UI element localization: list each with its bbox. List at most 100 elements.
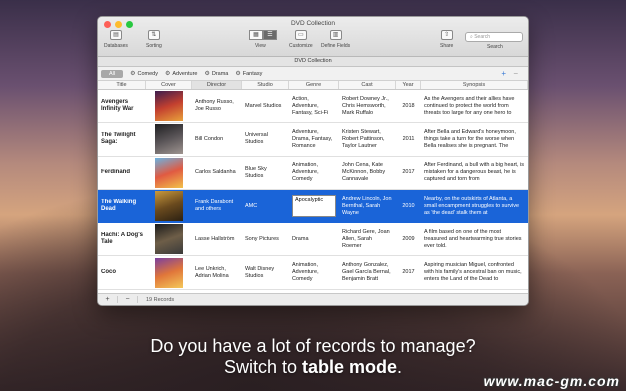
share-button[interactable]: ⇧ Share	[440, 30, 453, 49]
cover-image	[155, 157, 183, 188]
fields-icon: ▥	[329, 30, 342, 40]
cover-image	[155, 124, 183, 155]
databases-label: Databases	[104, 43, 128, 49]
column-header-cover[interactable]: Cover	[146, 81, 192, 89]
cell-genre: Drama	[292, 235, 309, 242]
caption-bold: table mode	[301, 357, 398, 377]
cell-cast: Richard Gere, Joan Allen, Sarah Roemer	[342, 228, 390, 249]
databases-button[interactable]: ▤ Databases	[104, 30, 128, 49]
filter-label: Fantasy	[242, 70, 263, 77]
cell-director: Lee Unkrich, Adrian Molina	[195, 265, 229, 279]
cell-director: Frank Darabont and others	[195, 199, 234, 213]
filter-adventure[interactable]: ⚙ Adventure	[165, 70, 198, 78]
cell-year: 2017	[402, 169, 415, 176]
customize-button[interactable]: ▭ Customize	[289, 30, 313, 49]
cell-genre: Apocalyptic	[289, 195, 339, 218]
cell-synopsis: A film based on one of the most treasure…	[424, 228, 522, 249]
customize-icon: ▭	[294, 30, 307, 40]
cell-cover	[146, 157, 192, 188]
sorting-button[interactable]: ⇅ Sorting	[146, 30, 162, 49]
filter-label: Drama	[211, 70, 229, 77]
sort-icon: ⇅	[147, 30, 160, 40]
define-fields-button[interactable]: ▥ Define Fields	[321, 30, 350, 49]
cell-title: Ferdinand	[101, 169, 131, 176]
search-label-wrap: Search	[487, 31, 503, 50]
caption-prefix: Switch to	[223, 357, 302, 377]
cell-title: The Walking Dead	[101, 199, 137, 213]
table-row-selected[interactable]: The Walking Dead Frank Darabont and othe…	[98, 189, 528, 224]
table-row[interactable]: Ferdinand Carlos Saldanha Blue Sky Studi…	[98, 157, 528, 190]
filter-label: Adventure	[172, 70, 198, 77]
column-header-year[interactable]: Year	[396, 81, 421, 89]
cell-title: Avengers Infinity War	[101, 99, 134, 113]
cell-cover	[146, 191, 192, 222]
table-row[interactable]: Coco Lee Unkrich, Adrian Molina Walt Dis…	[98, 256, 528, 290]
cell-genre: Adventure, Drama, Fantasy, Romance	[292, 128, 333, 149]
cell-genre: Animation, Adventure, Comedy	[292, 162, 319, 183]
titlebar: DVD Collection ▤ Databases ⇅ Sorting ▦ ☰…	[98, 17, 528, 57]
caption-suffix: .	[397, 357, 403, 377]
cover-image	[155, 91, 183, 122]
cell-studio: AMC	[245, 202, 258, 209]
cell-studio: Walt Disney Studios	[245, 265, 275, 279]
cover-image	[155, 224, 183, 255]
cell-studio: Blue Sky Studios	[245, 165, 267, 179]
caption-line-1: Do you have a lot of records to manage?	[150, 336, 476, 356]
add-filter-button[interactable]: +	[501, 69, 506, 78]
remove-record-button[interactable]: −	[118, 296, 138, 303]
share-label: Share	[440, 43, 454, 49]
watermark: www.mac-gm.com	[483, 373, 620, 389]
filter-comedy[interactable]: ⚙ Comedy	[130, 70, 158, 78]
gear-icon: ⚙	[130, 71, 136, 77]
column-header-director[interactable]: Director	[192, 81, 242, 89]
filter-all[interactable]: All	[101, 69, 124, 78]
filter-label: All	[109, 70, 116, 77]
cell-director: Bill Condon	[195, 135, 224, 142]
search-icon: ⌕	[470, 34, 473, 40]
cell-studio: Marvel Studios	[245, 102, 282, 109]
gear-icon: ⚙	[204, 71, 210, 77]
cell-director: Carlos Saldanha	[195, 169, 236, 176]
table-row[interactable]: The Twilight Saga: Bill Condon Universal…	[98, 123, 528, 157]
view-label: View	[255, 43, 266, 49]
cell-director: Anthony Russo, Joe Russo	[195, 99, 234, 113]
status-bar: + − 19 Records	[98, 293, 528, 305]
genre-edit-field[interactable]: Apocalyptic	[292, 195, 336, 218]
cell-cast: Robert Downey Jr., Chris Hemsworth, Mark…	[342, 95, 389, 116]
cell-studio: Sony Pictures	[245, 235, 279, 242]
cell-studio: Universal Studios	[245, 132, 268, 146]
cell-genre: Animation, Adventure, Comedy	[292, 262, 319, 283]
filter-drama[interactable]: ⚙ Drama	[204, 70, 229, 78]
cell-synopsis: After Bella and Edward's honeymoon, thin…	[424, 128, 516, 149]
cell-year: 2011	[402, 135, 415, 142]
column-header-synopsis[interactable]: Synopsis	[421, 81, 528, 89]
sorting-label: Sorting	[146, 43, 162, 49]
search-label: Search	[487, 44, 503, 50]
cell-title: Hachi: A Dog's Tale	[101, 232, 143, 246]
cell-genre: Action, Adventure, Fantasy, Sci-Fi	[292, 95, 329, 116]
app-window: DVD Collection ▤ Databases ⇅ Sorting ▦ ☰…	[97, 16, 529, 306]
cell-year: 2017	[402, 269, 415, 276]
view-label-wrap: View	[255, 30, 266, 49]
cell-year: 2009	[402, 235, 415, 242]
collection-subtitle: DVD Collection	[98, 57, 528, 67]
table-row[interactable]: Avengers Infinity War Anthony Russo, Joe…	[98, 90, 528, 124]
cell-title: The Twilight Saga:	[101, 132, 136, 146]
cell-synopsis: Nearby, on the outskirts of Atlanta, a s…	[424, 195, 520, 216]
column-header-genre[interactable]: Genre	[289, 81, 339, 89]
table-row[interactable]: Hachi: A Dog's Tale Lasse Hallström Sony…	[98, 223, 528, 257]
cell-synopsis: After Ferdinand, a bull with a big heart…	[424, 162, 524, 183]
filter-fantasy[interactable]: ⚙ Fantasy	[235, 70, 263, 78]
cell-cast: Andrew Lincoln, Jon Bernthal, Sarah Wayn…	[342, 195, 392, 216]
table-header: Title Cover Director Studio Genre Cast Y…	[98, 81, 528, 90]
cell-year: 2018	[402, 102, 415, 109]
cell-synopsis: As the Avengers and their allies have co…	[424, 95, 515, 116]
add-record-button[interactable]: +	[98, 296, 118, 303]
column-header-studio[interactable]: Studio	[242, 81, 289, 89]
remove-filter-button[interactable]: −	[513, 69, 518, 78]
cover-image	[155, 257, 183, 288]
cell-director: Lasse Hallström	[195, 235, 235, 242]
column-header-title[interactable]: Title	[98, 81, 146, 89]
column-header-cast[interactable]: Cast	[339, 81, 396, 89]
window-title: DVD Collection	[290, 20, 336, 27]
